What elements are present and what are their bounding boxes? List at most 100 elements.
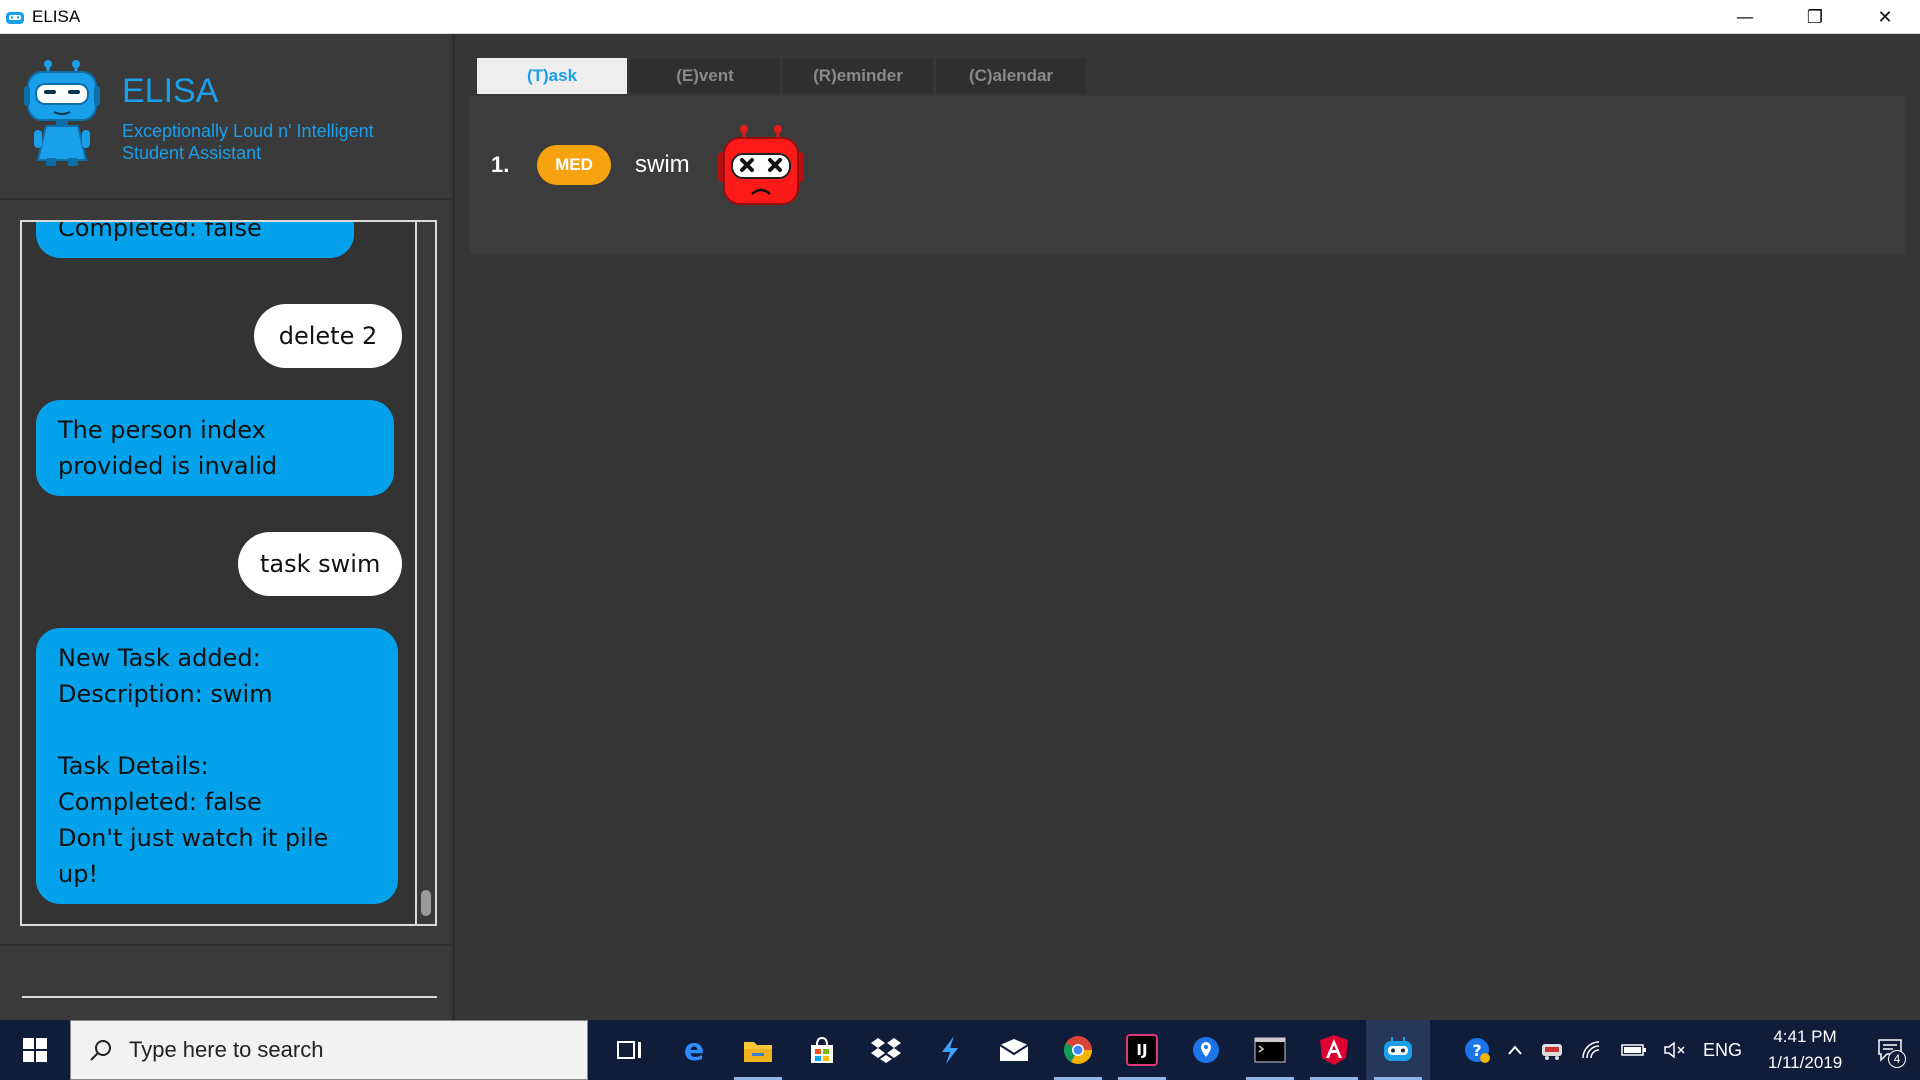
chat-scrollbar[interactable]	[415, 222, 435, 924]
store-icon	[811, 1036, 833, 1063]
message-line: Task Details:	[58, 752, 209, 780]
message-line	[58, 712, 376, 748]
bot-message: New Task added: Description: swim Task D…	[36, 628, 398, 904]
wifi-tray-button[interactable]	[1573, 1020, 1613, 1080]
user-message: delete 2	[254, 304, 402, 368]
main-panel: (T)ask (E)vent (R)eminder (C)alendar 1. …	[455, 34, 1920, 1020]
maps-button[interactable]	[1174, 1020, 1238, 1080]
chrome-icon	[1064, 1036, 1092, 1064]
minimize-button[interactable]: —	[1710, 0, 1780, 34]
taskbar-clock[interactable]: 4:41 PM 1/11/2019	[1750, 1024, 1860, 1076]
start-button[interactable]	[0, 1020, 70, 1080]
command-input-area[interactable]	[0, 944, 453, 1020]
mail-icon	[999, 1039, 1029, 1061]
intellij-button[interactable]: IJ	[1110, 1020, 1174, 1080]
taskbar-apps: e IJ	[598, 1020, 1430, 1080]
task-description: swim	[635, 151, 690, 178]
windows-logo-icon	[23, 1038, 47, 1062]
visual-studio-button[interactable]	[918, 1020, 982, 1080]
volume-muted-icon	[1664, 1041, 1685, 1059]
task-view-icon	[617, 1041, 641, 1059]
intellij-icon: IJ	[1126, 1034, 1158, 1066]
angular-icon	[1320, 1035, 1348, 1065]
user-message: task swim	[238, 532, 402, 596]
clock-time: 4:41 PM	[1773, 1027, 1837, 1046]
battery-tray-button[interactable]	[1613, 1020, 1655, 1080]
brand-name: ELISA	[122, 72, 219, 110]
elisa-app-icon	[6, 11, 24, 24]
edge-button[interactable]: e	[662, 1020, 726, 1080]
sidebar-divider	[451, 34, 453, 1020]
task-list: 1. MED swim	[469, 96, 1905, 254]
brand-header: ELISA Exceptionally Loud n' Intelligent …	[0, 34, 453, 200]
maps-icon	[1193, 1037, 1219, 1063]
edge-icon: e	[683, 1032, 705, 1068]
chrome-button[interactable]	[1046, 1020, 1110, 1080]
message-line: Description: swim	[58, 680, 273, 708]
window-title: ELISA	[32, 6, 81, 26]
tab-bar: (T)ask (E)vent (R)eminder (C)alendar	[477, 58, 1086, 94]
message-line: delete 2	[278, 322, 378, 350]
task-index: 1.	[491, 152, 510, 177]
clock-date: 1/11/2019	[1767, 1053, 1843, 1072]
tab-task[interactable]: (T)ask	[477, 58, 627, 94]
show-hidden-icons-button[interactable]	[1499, 1020, 1531, 1080]
file-explorer-icon	[744, 1042, 772, 1062]
bot-message: Completed: false	[36, 220, 354, 258]
onedrive-tray-button[interactable]	[1531, 1020, 1573, 1080]
priority-badge: MED	[537, 145, 611, 185]
angular-button[interactable]	[1302, 1020, 1366, 1080]
brand-subtitle: Exceptionally Loud n' Intelligent Studen…	[122, 120, 422, 164]
help-icon: ?	[1464, 1038, 1490, 1063]
close-button[interactable]: ✕	[1850, 0, 1920, 34]
terminal-button[interactable]	[1238, 1020, 1302, 1080]
wifi-icon	[1582, 1041, 1600, 1059]
elisa-taskbar-button[interactable]	[1366, 1020, 1430, 1080]
tab-calendar[interactable]: (C)alendar	[936, 58, 1086, 94]
message-line: Completed: false	[58, 220, 262, 242]
taskbar-search-box[interactable]: Type here to search	[70, 1020, 588, 1080]
action-center-button[interactable]: 4	[1860, 1020, 1920, 1080]
notification-count: 4	[1888, 1050, 1906, 1068]
task-view-button[interactable]	[598, 1020, 662, 1080]
tab-reminder[interactable]: (R)eminder	[783, 58, 933, 94]
scrollbar-thumb[interactable]	[421, 890, 431, 916]
chat-messages: Completed: false delete 2 The person ind…	[22, 222, 414, 924]
angry-robot-icon	[717, 125, 804, 205]
brand-subtitle-line1: Exceptionally Loud n' Intelligent	[122, 121, 374, 141]
elisa-robot-logo	[24, 60, 100, 166]
volume-tray-button[interactable]	[1655, 1020, 1695, 1080]
help-tray-button[interactable]: ?	[1455, 1020, 1499, 1080]
mail-button[interactable]	[982, 1020, 1046, 1080]
tab-event[interactable]: (E)vent	[630, 58, 780, 94]
bot-message: The person index provided is invalid	[36, 400, 394, 496]
onedrive-icon	[1541, 1044, 1562, 1060]
window-titlebar: ELISA — ❐ ✕	[0, 0, 1920, 34]
language-indicator[interactable]: ENG	[1695, 1020, 1750, 1080]
windows-taskbar: Type here to search e IJ ? ENG 4:41 PM 1…	[0, 1020, 1920, 1080]
terminal-icon	[1254, 1037, 1286, 1063]
file-explorer-button[interactable]	[726, 1020, 790, 1080]
dropbox-icon	[871, 1038, 901, 1063]
message-line: New Task added:	[58, 644, 261, 672]
message-line: Completed: false	[58, 788, 262, 816]
message-line: task swim	[260, 550, 381, 578]
system-tray: ? ENG 4:41 PM 1/11/2019 4	[1455, 1020, 1920, 1080]
restore-button[interactable]: ❐	[1780, 0, 1850, 34]
message-line: provided is invalid	[58, 452, 278, 480]
brand-subtitle-line2: Student Assistant	[122, 143, 262, 163]
store-button[interactable]	[790, 1020, 854, 1080]
dropbox-button[interactable]	[854, 1020, 918, 1080]
command-input-underline	[22, 996, 437, 998]
task-row[interactable]: 1. MED swim	[491, 124, 806, 206]
chat-history-panel[interactable]: Completed: false delete 2 The person ind…	[20, 220, 437, 926]
message-line: up!	[58, 860, 99, 888]
elisa-icon	[1384, 1037, 1412, 1061]
sidebar: ELISA Exceptionally Loud n' Intelligent …	[0, 34, 453, 1020]
visual-studio-icon	[942, 1036, 958, 1064]
message-line: Don't just watch it pile	[58, 824, 329, 852]
search-icon	[90, 1040, 111, 1061]
chevron-up-icon	[1508, 1045, 1522, 1055]
battery-icon	[1621, 1044, 1646, 1056]
message-line: The person index	[58, 416, 266, 444]
